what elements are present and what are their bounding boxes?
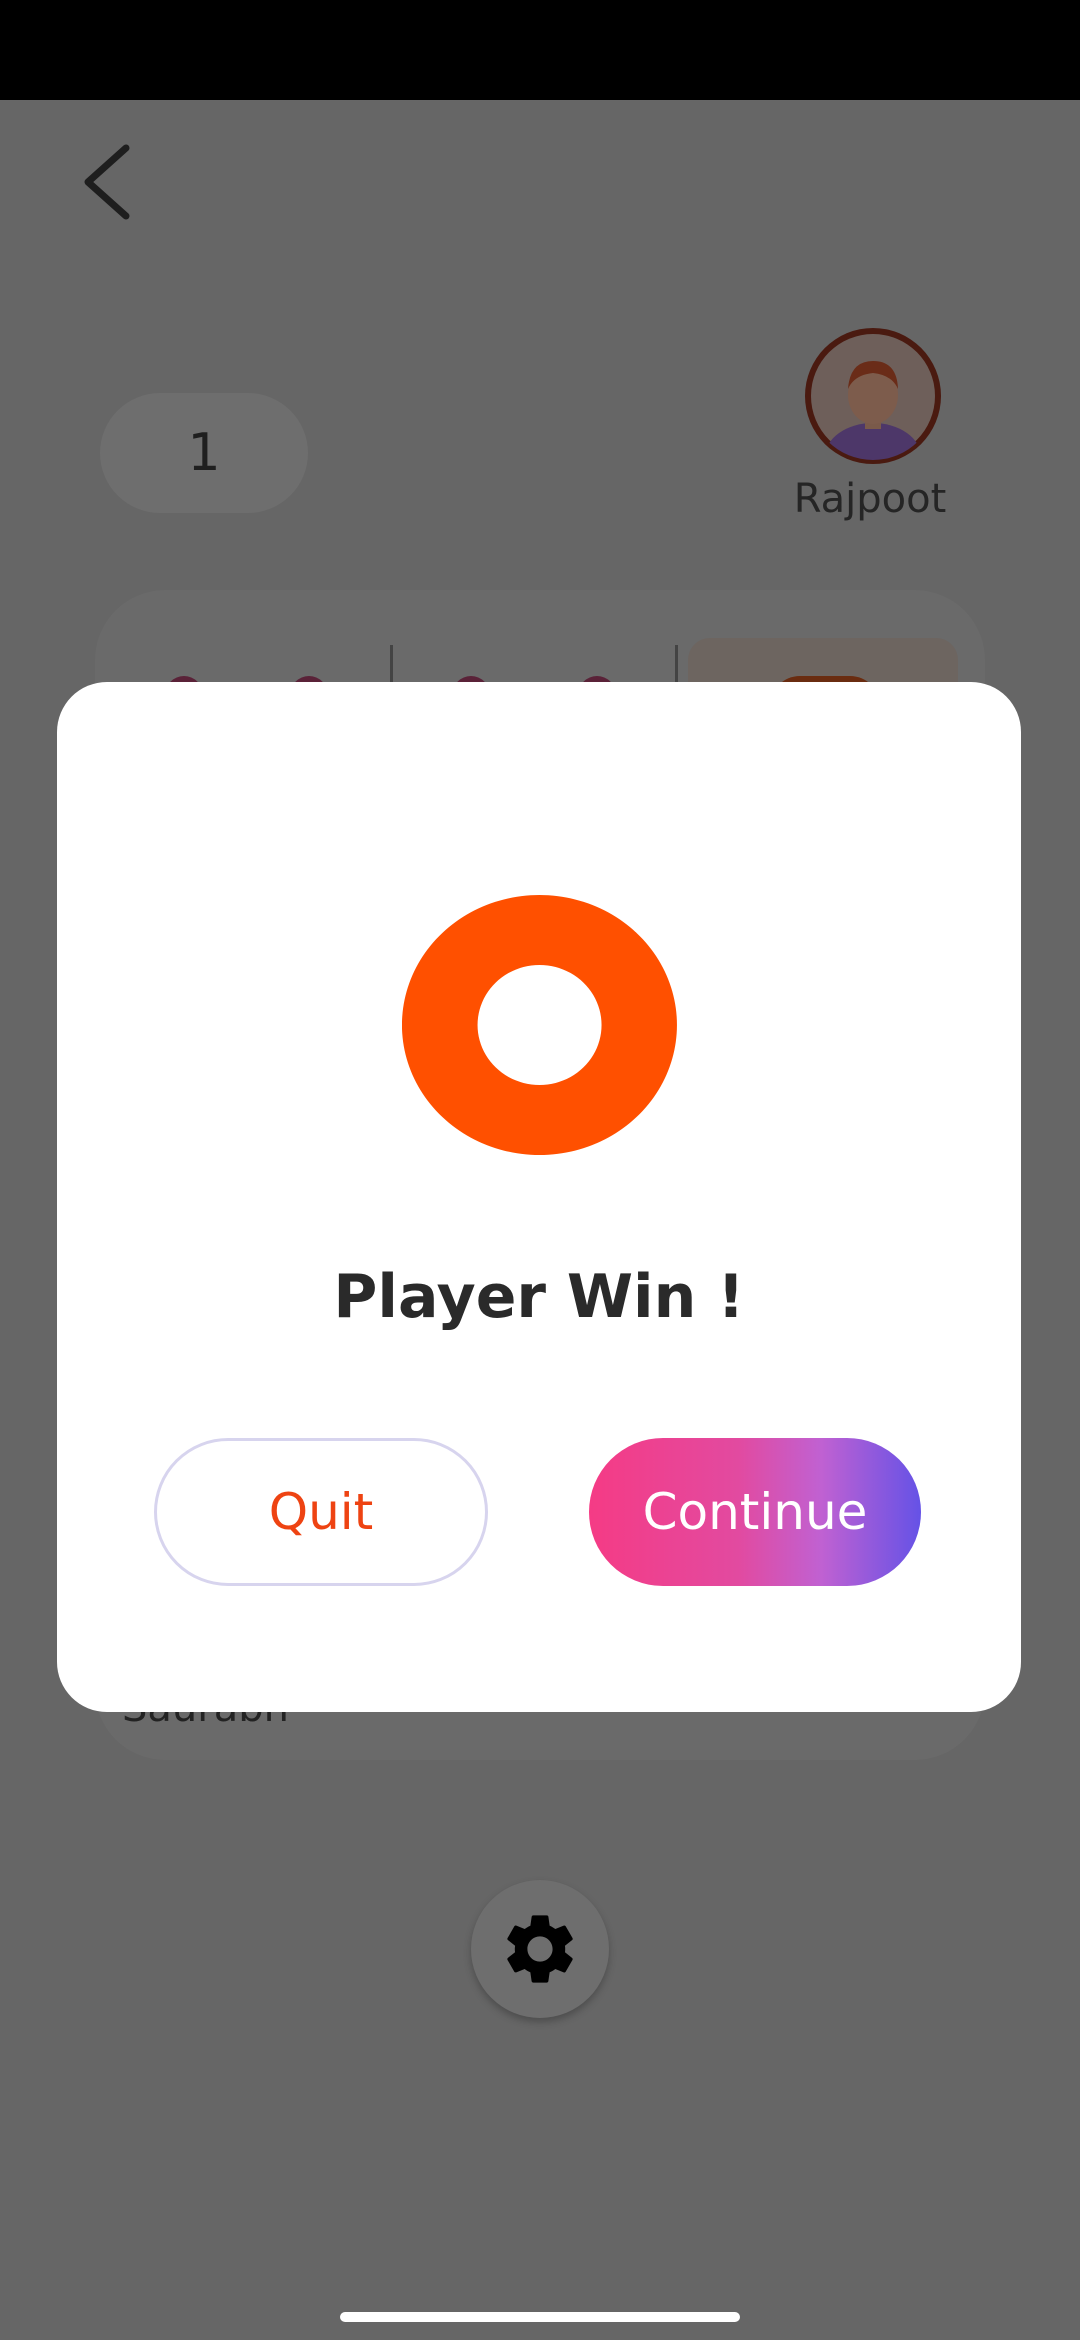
result-dialog: Player Win ! Quit Continue bbox=[57, 682, 1021, 1712]
back-button[interactable] bbox=[60, 130, 160, 230]
quit-button[interactable]: Quit bbox=[154, 1438, 488, 1586]
status-bar bbox=[0, 0, 1080, 100]
result-title: Player Win ! bbox=[333, 1262, 745, 1332]
chevron-left-icon bbox=[84, 144, 130, 220]
gear-icon bbox=[507, 1915, 573, 1983]
opponent-name: Rajpoot bbox=[793, 476, 947, 522]
opponent-avatar bbox=[802, 325, 944, 467]
settings-button[interactable] bbox=[471, 1880, 609, 2018]
ring-icon bbox=[402, 895, 677, 1155]
home-indicator[interactable] bbox=[340, 2312, 740, 2322]
score-display: 1 bbox=[100, 393, 308, 513]
continue-button[interactable]: Continue bbox=[589, 1438, 921, 1586]
